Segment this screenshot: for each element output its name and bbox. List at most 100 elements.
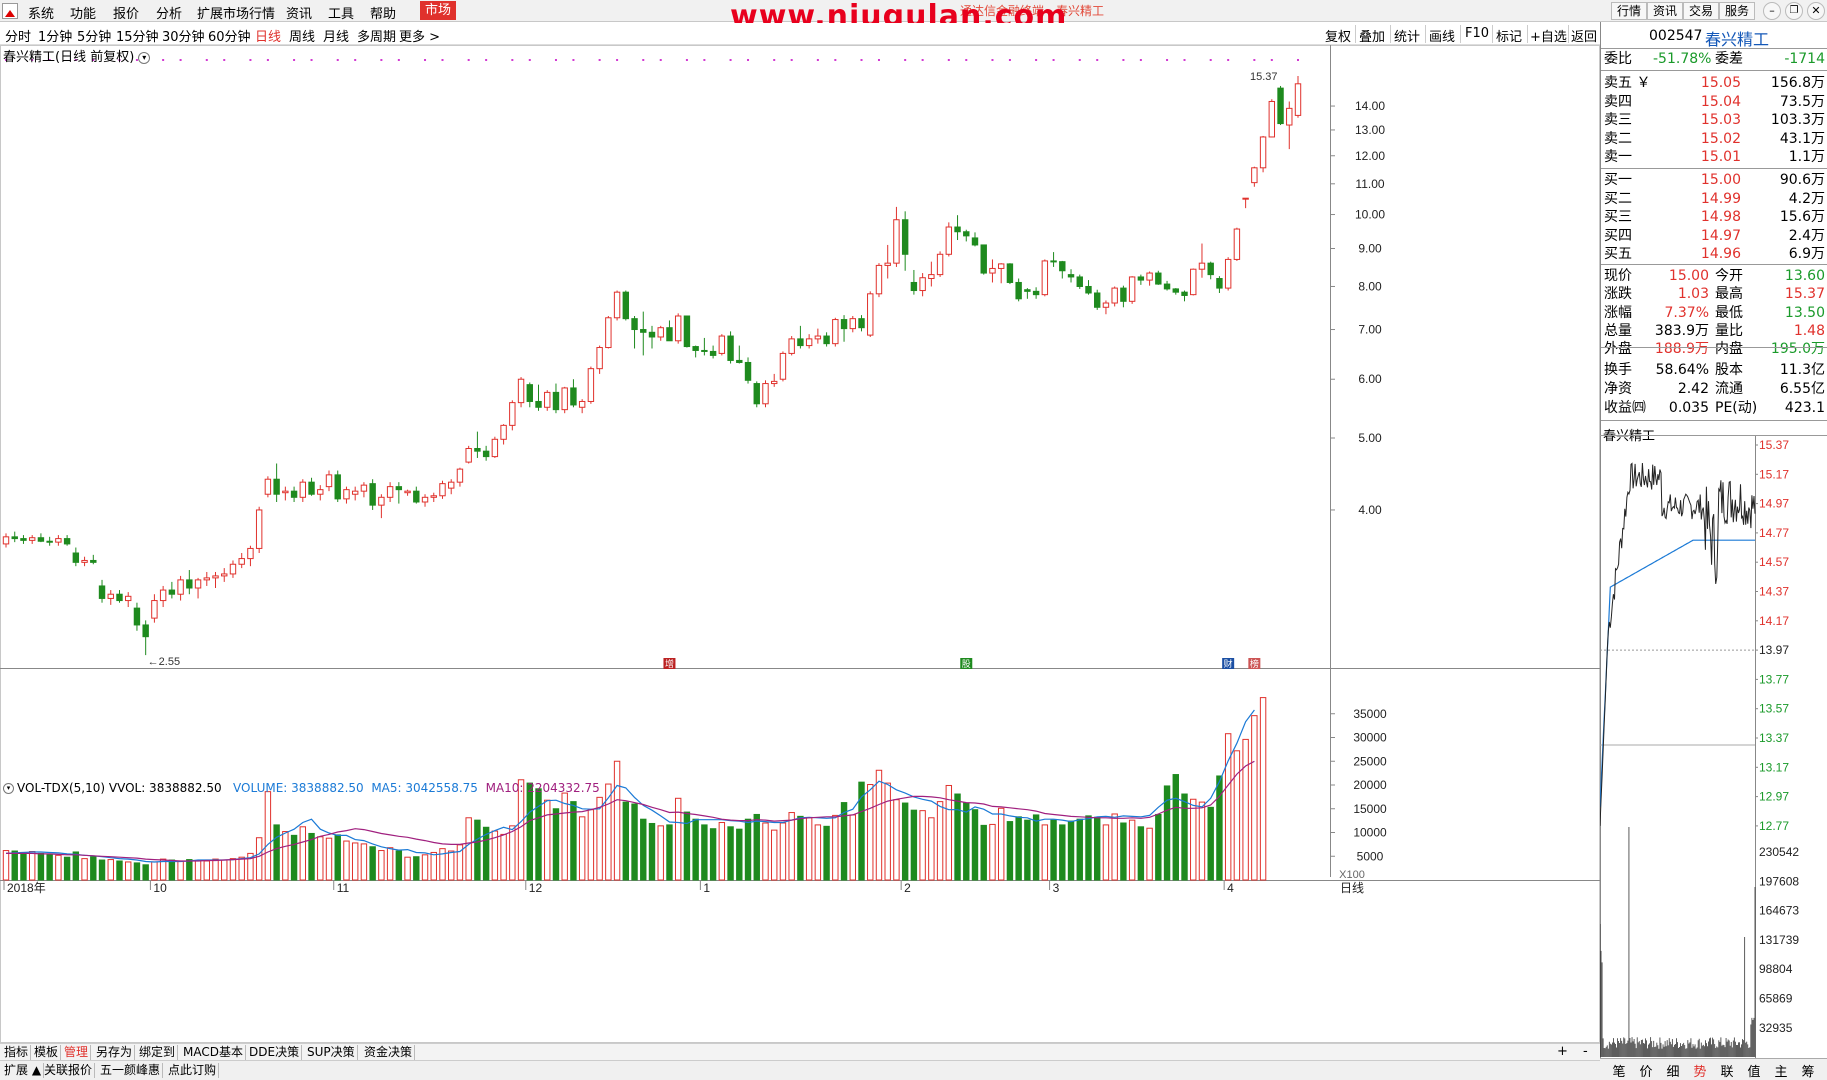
bid-row[interactable]: 买四 14.97 2.4万 <box>1601 227 1827 245</box>
menu-function[interactable]: 功能 <box>70 3 96 22</box>
volume-bar <box>343 840 350 881</box>
right-tab-6[interactable]: 主 <box>1768 1061 1794 1080</box>
kline-chart[interactable]: 14.0013.0012.0011.0010.009.008.007.006.0… <box>0 45 1600 1043</box>
tool-overlay[interactable]: 叠加 <box>1359 26 1385 45</box>
menu-help[interactable]: 帮助 <box>370 3 396 22</box>
right-tab-1[interactable]: 价 <box>1633 1061 1659 1080</box>
panel-settings-icon[interactable]: ▾ <box>138 51 151 64</box>
ask-row[interactable]: 卖五 ￥ 15.05 156.8万 <box>1601 74 1827 92</box>
volume-bar <box>989 823 996 881</box>
tf-1min[interactable]: 1分钟 <box>38 26 72 45</box>
zoom-in-icon[interactable]: + <box>1557 1044 1568 1059</box>
volume-bar <box>186 859 193 881</box>
event-badge[interactable]: 榜 <box>1248 658 1261 670</box>
candle-body <box>561 387 568 411</box>
right-tab-5[interactable]: 值 <box>1741 1061 1767 1080</box>
btn-macd[interactable]: MACD基本 <box>181 1045 246 1060</box>
btn-bind-to[interactable]: 绑定到 <box>137 1045 179 1060</box>
event-badge[interactable]: 财 <box>1222 658 1235 670</box>
candle-body <box>439 483 446 497</box>
ask-row[interactable]: 卖四 15.04 73.5万 <box>1601 93 1827 111</box>
toolbar-separator <box>1355 25 1356 43</box>
tool-adjust[interactable]: 复权 <box>1325 26 1351 45</box>
tool-statistics[interactable]: 统计 <box>1394 26 1420 45</box>
bid-row[interactable]: 买一 15.00 90.6万 <box>1601 171 1827 189</box>
menu-tools[interactable]: 工具 <box>328 3 354 22</box>
bid-row[interactable]: 买二 14.99 4.2万 <box>1601 190 1827 208</box>
bid-row[interactable]: 买五 14.96 6.9万 <box>1601 245 1827 263</box>
right-tab-0[interactable]: 笔 <box>1606 1061 1632 1080</box>
btn-extend[interactable]: 扩展 ▲ <box>2 1063 45 1078</box>
tf-60min[interactable]: 60分钟 <box>208 26 251 45</box>
tf-monthly[interactable]: 月线 <box>323 26 349 45</box>
menu-analysis[interactable]: 分析 <box>156 3 182 22</box>
volume-bar <box>587 809 595 881</box>
btn-capital[interactable]: 资金决策 <box>362 1045 416 1060</box>
volume-bar <box>1032 814 1040 881</box>
bid-row[interactable]: 买三 14.98 15.6万 <box>1601 208 1827 226</box>
restore-icon[interactable]: ❐ <box>1785 2 1803 20</box>
event-badge[interactable]: 股 <box>960 658 973 670</box>
btn-subscribe[interactable]: 点此订购 <box>166 1063 220 1078</box>
btn-template[interactable]: 模板 <box>32 1045 62 1060</box>
menu-system[interactable]: 系统 <box>28 3 54 22</box>
tool-draw[interactable]: 画线 <box>1429 26 1455 45</box>
service-button[interactable]: 服务 <box>1719 2 1755 20</box>
stock-name[interactable]: 春兴精工 <box>1705 26 1769 50</box>
btn-sup[interactable]: SUP决策 <box>305 1045 358 1060</box>
menu-extended-market[interactable]: 扩展市场行情 <box>197 3 275 22</box>
indicator-settings-icon[interactable]: ▾ <box>3 783 14 794</box>
minimize-icon[interactable]: – <box>1763 2 1781 20</box>
tool-add-watchlist[interactable]: +自选 <box>1530 26 1567 45</box>
candle-body <box>186 579 193 589</box>
right-tab-3[interactable]: 势 <box>1687 1061 1713 1080</box>
volume-bar <box>736 828 743 881</box>
right-tab-4[interactable]: 联 <box>1714 1061 1740 1080</box>
volume-bar <box>81 858 88 881</box>
menu-market[interactable]: 市场 <box>420 1 457 20</box>
mini-volume-tick: 65869 <box>1759 992 1793 1006</box>
app-logo-icon[interactable] <box>2 3 18 19</box>
ask-row[interactable]: 卖二 15.02 43.1万 <box>1601 130 1827 148</box>
volume-bar <box>771 829 778 881</box>
tf-multi-period[interactable]: 多周期 <box>357 26 396 45</box>
right-tab-7[interactable]: 筹 <box>1795 1061 1821 1080</box>
candle-body <box>203 577 210 581</box>
volume-bar <box>404 856 411 881</box>
quote-button[interactable]: 行情 <box>1611 2 1647 20</box>
news-button[interactable]: 资讯 <box>1647 2 1683 20</box>
bid-volume: 2.4万 <box>1788 227 1825 244</box>
tool-f10[interactable]: F10 <box>1465 26 1489 41</box>
ask-row[interactable]: 卖三 15.03 103.3万 <box>1601 111 1827 129</box>
tf-30min[interactable]: 30分钟 <box>162 26 205 45</box>
menu-news[interactable]: 资讯 <box>286 3 312 22</box>
date-tick-label: 3 <box>1053 881 1060 895</box>
ask-row[interactable]: 卖一 15.01 1.1万 <box>1601 148 1827 166</box>
tf-15min[interactable]: 15分钟 <box>116 26 159 45</box>
info-marker-dot <box>179 59 182 61</box>
tf-daily[interactable]: 日线 <box>255 26 281 45</box>
volume-bar <box>90 856 97 881</box>
tf-more[interactable]: 更多 > <box>399 26 440 45</box>
tf-5min[interactable]: 5分钟 <box>77 26 111 45</box>
tool-mark[interactable]: 标记 <box>1496 26 1522 45</box>
btn-indicator[interactable]: 指标 <box>2 1045 32 1060</box>
candle-body <box>849 318 856 330</box>
btn-save-as[interactable]: 另存为 <box>94 1045 136 1060</box>
event-badge[interactable]: 增 <box>663 658 676 670</box>
info-marker-dot <box>397 59 400 61</box>
tf-intraday[interactable]: 分时 <box>5 26 31 45</box>
intraday-mini-chart[interactable]: 15.37 15.17 14.97 14.77 14.57 14.37 14.17 13.97… <box>1600 435 1827 1058</box>
stat-label: 涨跌 <box>1604 286 1632 302</box>
tool-back[interactable]: 返回 <box>1571 26 1597 45</box>
menu-quote[interactable]: 报价 <box>113 3 139 22</box>
trade-button[interactable]: 交易 <box>1683 2 1719 20</box>
close-icon[interactable]: ✕ <box>1807 2 1825 20</box>
zoom-out-icon[interactable]: - <box>1583 1044 1588 1059</box>
tf-weekly[interactable]: 周线 <box>289 26 315 45</box>
right-tab-2[interactable]: 细 <box>1660 1061 1686 1080</box>
btn-dde[interactable]: DDE决策 <box>247 1045 303 1060</box>
btn-manage[interactable]: 管理 <box>62 1045 92 1060</box>
btn-related-quote[interactable]: 关联报价 <box>42 1063 96 1078</box>
btn-promo[interactable]: 五一颜峰惠 <box>98 1063 164 1078</box>
